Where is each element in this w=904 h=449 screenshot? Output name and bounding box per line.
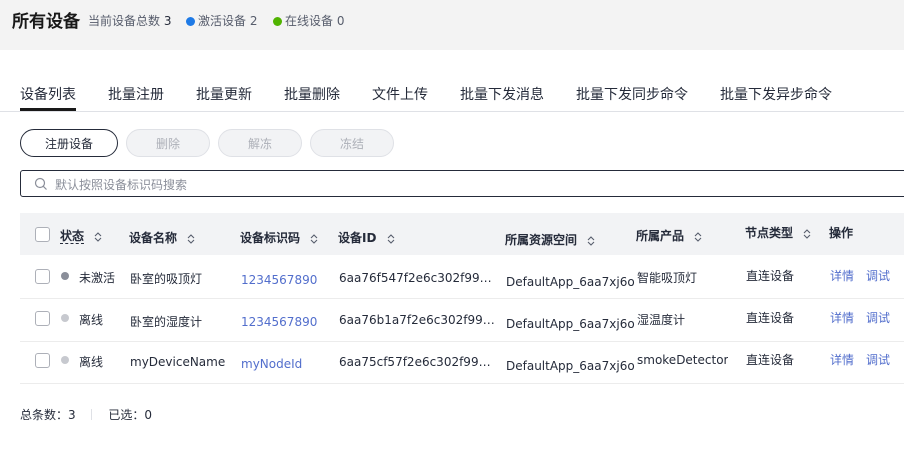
row-divider bbox=[20, 383, 904, 384]
column-node-type-label: 节点类型 bbox=[745, 226, 794, 240]
tab-batch-sync-command[interactable]: 批量下发同步命令 bbox=[576, 84, 688, 104]
status-dot bbox=[61, 272, 69, 280]
cell-node-id[interactable]: myNodeId bbox=[241, 357, 302, 371]
column-status[interactable]: 状态 bbox=[60, 227, 102, 244]
sort-icon[interactable] bbox=[187, 233, 195, 245]
freeze-button[interactable]: 冻结 bbox=[310, 129, 394, 157]
selected-count-label: 已选： bbox=[108, 408, 145, 422]
cell-product: 湿温度计 bbox=[637, 313, 686, 327]
register-device-button[interactable]: 注册设备 bbox=[20, 129, 118, 157]
tab-device-list[interactable]: 设备列表 bbox=[20, 84, 76, 104]
online-devices-count: 0 bbox=[336, 14, 345, 28]
tab-bar: 设备列表 批量注册 批量更新 批量删除 文件上传 批量下发消息 批量下发同步命令… bbox=[0, 50, 904, 112]
footer-divider bbox=[91, 409, 93, 420]
active-devices-count: 2 bbox=[249, 14, 258, 28]
column-node-type[interactable]: 节点类型 bbox=[745, 224, 811, 241]
tab-batch-message[interactable]: 批量下发消息 bbox=[460, 84, 544, 104]
tab-file-upload[interactable]: 文件上传 bbox=[372, 84, 428, 104]
row-checkbox[interactable] bbox=[35, 311, 50, 326]
table-footer: 总条数：3 已选：0 bbox=[20, 406, 152, 423]
column-resource-space[interactable]: 所属资源空间 bbox=[505, 231, 595, 248]
debug-link[interactable]: 调试 bbox=[866, 309, 890, 326]
tab-batch-register[interactable]: 批量注册 bbox=[108, 84, 164, 104]
active-status-dot bbox=[186, 17, 195, 26]
column-device-name-label: 设备名称 bbox=[129, 231, 178, 245]
detail-link[interactable]: 详情 bbox=[830, 267, 854, 284]
cell-device-name: 卧室的吸顶灯 bbox=[130, 272, 203, 286]
status-dot bbox=[61, 314, 69, 322]
column-device-id[interactable]: 设备ID bbox=[338, 229, 395, 246]
page-title: 所有设备 bbox=[12, 12, 80, 32]
column-resource-space-label: 所属资源空间 bbox=[505, 233, 578, 247]
sort-icon[interactable] bbox=[587, 235, 595, 247]
table-header: 状态 设备名称 设备标识码 设备ID 所属资源空间 所属产品 节点类型 操作 bbox=[20, 213, 904, 255]
tab-batch-update[interactable]: 批量更新 bbox=[196, 84, 252, 104]
debug-link[interactable]: 调试 bbox=[866, 267, 890, 284]
cell-status: 离线 bbox=[79, 355, 104, 369]
sort-icon[interactable] bbox=[803, 228, 811, 240]
cell-status: 离线 bbox=[79, 313, 104, 327]
unfreeze-button[interactable]: 解冻 bbox=[218, 129, 302, 157]
cell-status: 未激活 bbox=[79, 271, 116, 285]
active-tab-indicator bbox=[20, 108, 76, 111]
total-count-label: 总条数： bbox=[20, 408, 69, 422]
sort-icon[interactable] bbox=[694, 231, 702, 243]
active-devices-label: 激活设备 bbox=[198, 14, 247, 28]
debug-link[interactable]: 调试 bbox=[866, 351, 890, 368]
total-devices-label: 当前设备总数 bbox=[88, 14, 161, 28]
cell-node-type: 直连设备 bbox=[746, 353, 795, 367]
delete-button[interactable]: 删除 bbox=[126, 129, 210, 157]
cell-device-name: myDeviceName bbox=[130, 355, 226, 369]
column-status-label: 状态 bbox=[60, 229, 85, 244]
cell-product: smokeDetector bbox=[637, 353, 729, 367]
sort-icon[interactable] bbox=[310, 233, 318, 245]
page-header: 所有设备 当前设备总数 3 激活设备 2 在线设备 0 bbox=[0, 0, 904, 50]
row-checkbox[interactable] bbox=[35, 269, 50, 284]
column-product-label: 所属产品 bbox=[636, 229, 685, 243]
cell-node-type: 直连设备 bbox=[746, 269, 795, 283]
total-devices-stat: 当前设备总数 3 bbox=[88, 12, 171, 29]
column-node-id[interactable]: 设备标识码 bbox=[240, 229, 318, 246]
active-devices-stat: 激活设备 2 bbox=[186, 12, 257, 29]
search-placeholder: 默认按照设备标识码搜索 bbox=[55, 178, 188, 192]
cell-node-type: 直连设备 bbox=[746, 311, 795, 325]
sort-icon[interactable] bbox=[94, 231, 102, 243]
cell-resource-space: DefaultApp_6aa7xj6o bbox=[506, 275, 635, 289]
cell-device-id: 6aa75cf57f2e6c302f9929c0... bbox=[339, 355, 497, 369]
row-divider bbox=[20, 298, 904, 299]
cell-device-id: 6aa76b1a7f2e6c302f992de... bbox=[339, 313, 497, 327]
detail-link[interactable]: 详情 bbox=[830, 351, 854, 368]
online-status-dot bbox=[273, 17, 282, 26]
cell-node-id[interactable]: 1234567890 bbox=[241, 273, 317, 287]
column-actions: 操作 bbox=[829, 226, 854, 240]
column-device-name[interactable]: 设备名称 bbox=[129, 229, 195, 246]
tab-batch-async-command[interactable]: 批量下发异步命令 bbox=[720, 84, 832, 104]
cell-resource-space: DefaultApp_6aa7xj6o bbox=[506, 317, 635, 331]
row-checkbox[interactable] bbox=[35, 353, 50, 368]
column-device-id-label: 设备ID bbox=[338, 231, 377, 245]
column-node-id-label: 设备标识码 bbox=[240, 231, 301, 245]
column-product[interactable]: 所属产品 bbox=[636, 227, 702, 244]
online-devices-stat: 在线设备 0 bbox=[273, 12, 344, 29]
total-count-value: 3 bbox=[68, 408, 76, 422]
select-all-checkbox[interactable] bbox=[35, 227, 50, 242]
tab-batch-delete[interactable]: 批量删除 bbox=[284, 84, 340, 104]
cell-node-id[interactable]: 1234567890 bbox=[241, 315, 317, 329]
search-input[interactable]: 默认按照设备标识码搜索 bbox=[20, 170, 904, 197]
search-icon bbox=[34, 177, 47, 190]
sort-icon[interactable] bbox=[387, 233, 395, 245]
cell-resource-space: DefaultApp_6aa7xj6o bbox=[506, 359, 635, 373]
selected-count-value: 0 bbox=[144, 408, 152, 422]
status-dot bbox=[61, 356, 69, 364]
row-divider bbox=[20, 341, 904, 342]
detail-link[interactable]: 详情 bbox=[830, 309, 854, 326]
cell-device-id: 6aa76f547f2e6c302f992f0c... bbox=[339, 271, 497, 285]
cell-device-name: 卧室的湿度计 bbox=[130, 315, 203, 329]
online-devices-label: 在线设备 bbox=[285, 14, 334, 28]
total-devices-count: 3 bbox=[163, 14, 172, 28]
cell-product: 智能吸顶灯 bbox=[637, 271, 698, 285]
